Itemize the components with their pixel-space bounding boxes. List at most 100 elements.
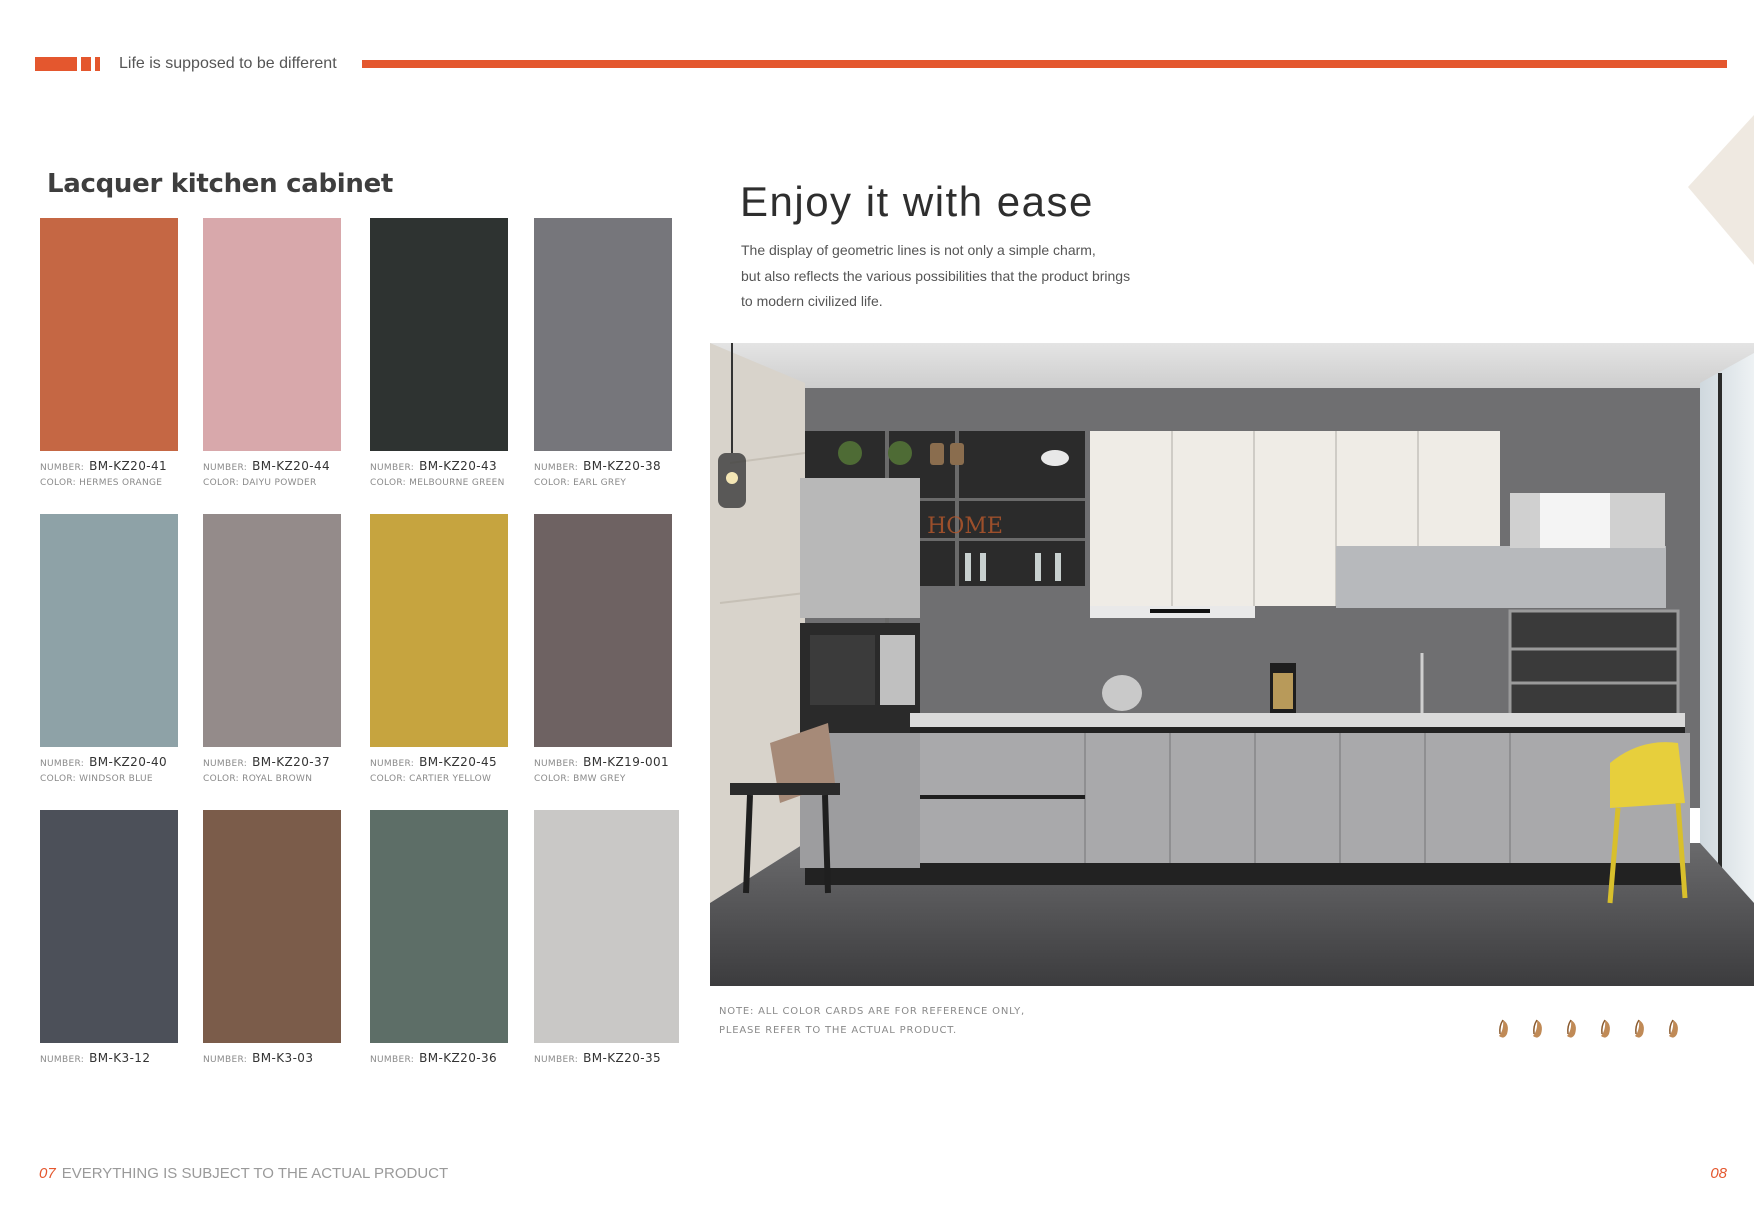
photo-sign-text: HOME	[927, 514, 1003, 539]
swatch-label: NUMBER: BM-KZ20-41 COLOR: HERMES ORANGE	[40, 457, 178, 491]
swatch-label: NUMBER: BM-K3-12	[40, 1049, 178, 1068]
number-prefix: NUMBER:	[370, 759, 415, 769]
page-number-right: 08	[1710, 1165, 1727, 1182]
color-swatch: NUMBER: BM-KZ19-001 COLOR: BMW GREY	[534, 514, 672, 787]
swatch-label: NUMBER: BM-KZ20-37 COLOR: ROYAL BROWN	[203, 753, 341, 787]
section-title: Lacquer kitchen cabinet	[47, 169, 394, 199]
swatch-color-line: COLOR: ROYAL BROWN	[203, 772, 341, 787]
swatch-chip	[534, 218, 672, 451]
reference-note: NOTE: ALL COLOR CARDS ARE FOR REFERENCE …	[719, 1002, 1025, 1040]
bean-icon	[1597, 1018, 1614, 1040]
swatch-color-line: COLOR: MELBOURNE GREEN	[370, 476, 508, 491]
bean-icon	[1631, 1018, 1648, 1040]
swatch-number: BM-KZ20-43	[419, 459, 498, 473]
swatch-chip	[534, 810, 679, 1043]
number-prefix: NUMBER:	[40, 759, 85, 769]
swatch-number: BM-KZ20-37	[252, 755, 331, 769]
swatch-number: BM-KZ19-001	[583, 755, 670, 769]
bean-icon	[1529, 1018, 1546, 1040]
swatch-chip	[203, 514, 341, 747]
color-swatch: NUMBER: BM-KZ20-35	[534, 810, 679, 1068]
swatch-color-line: COLOR: HERMES ORANGE	[40, 476, 178, 491]
swatch-chip	[534, 514, 672, 747]
swatch-label: NUMBER: BM-KZ19-001 COLOR: BMW GREY	[534, 753, 672, 787]
swatch-color-name: ROYAL BROWN	[242, 774, 313, 784]
swatch-number: BM-KZ20-44	[252, 459, 331, 473]
swatch-chip	[40, 218, 178, 451]
swatch-color-line: COLOR: BMW GREY	[534, 772, 672, 787]
bean-icon	[1665, 1018, 1682, 1040]
feature-title: Enjoy it with ease	[740, 178, 1094, 225]
bean-icon	[1563, 1018, 1580, 1040]
page-number-left: 07	[39, 1165, 56, 1182]
swatch-chip	[40, 810, 178, 1043]
color-prefix: COLOR:	[40, 774, 76, 784]
swatch-color-line: COLOR: CARTIER YELLOW	[370, 772, 508, 787]
number-prefix: NUMBER:	[203, 463, 248, 473]
color-prefix: COLOR:	[203, 478, 239, 488]
number-prefix: NUMBER:	[203, 759, 248, 769]
swatch-number: BM-KZ20-35	[583, 1051, 662, 1065]
accent-block-large	[35, 57, 77, 71]
kitchen-illustration: HOME	[710, 343, 1754, 986]
swatch-number: BM-KZ20-40	[89, 755, 168, 769]
color-prefix: COLOR:	[534, 774, 570, 784]
note-line: NOTE: ALL COLOR CARDS ARE FOR REFERENCE …	[719, 1006, 1026, 1017]
swatch-label: NUMBER: BM-KZ20-36	[370, 1049, 508, 1068]
swatch-chip	[203, 218, 341, 451]
color-swatch: NUMBER: BM-KZ20-38 COLOR: EARL GREY	[534, 218, 672, 491]
color-swatch: NUMBER: BM-KZ20-43 COLOR: MELBOURNE GREEN	[370, 218, 508, 491]
header-accent-blocks	[35, 57, 100, 71]
color-swatch: NUMBER: BM-KZ20-37 COLOR: ROYAL BROWN	[203, 514, 341, 787]
swatch-label: NUMBER: BM-KZ20-35	[534, 1049, 679, 1068]
swatch-number: BM-KZ20-38	[583, 459, 662, 473]
swatch-chip	[370, 218, 508, 451]
swatch-number: BM-KZ20-45	[419, 755, 498, 769]
swatch-label: NUMBER: BM-KZ20-43 COLOR: MELBOURNE GREEN	[370, 457, 508, 491]
number-prefix: NUMBER:	[370, 1055, 415, 1065]
color-swatch: NUMBER: BM-K3-03	[203, 810, 341, 1068]
color-swatch: NUMBER: BM-KZ20-45 COLOR: CARTIER YELLOW	[370, 514, 508, 787]
swatch-label: NUMBER: BM-KZ20-45 COLOR: CARTIER YELLOW	[370, 753, 508, 787]
swatch-color-name: MELBOURNE GREEN	[409, 478, 505, 488]
swatch-label: NUMBER: BM-KZ20-44 COLOR: DAIYU POWDER	[203, 457, 341, 491]
description-line: but also reflects the various possibilit…	[741, 267, 1131, 284]
swatch-color-line: COLOR: WINDSOR BLUE	[40, 772, 178, 787]
description-line: to modern civilized life.	[741, 293, 883, 309]
footer-disclaimer: EVERYTHING IS SUBJECT TO THE ACTUAL PROD…	[61, 1165, 449, 1182]
swatch-number: BM-K3-03	[252, 1051, 314, 1065]
swatch-chip	[203, 810, 341, 1043]
color-swatch: NUMBER: BM-KZ20-36	[370, 810, 508, 1068]
swatch-chip	[370, 514, 508, 747]
swatch-color-name: BMW GREY	[573, 774, 626, 784]
header-tagline: Life is supposed to be different	[119, 55, 337, 72]
swatch-number: BM-KZ20-41	[89, 459, 168, 473]
color-prefix: COLOR:	[40, 478, 76, 488]
header-rule	[362, 60, 1727, 68]
feature-description: The display of geometric lines is not on…	[741, 238, 1130, 315]
swatch-color-name: DAIYU POWDER	[242, 478, 317, 488]
swatch-color-name: CARTIER YELLOW	[409, 774, 492, 784]
swatch-label: NUMBER: BM-KZ20-40 COLOR: WINDSOR BLUE	[40, 753, 178, 787]
number-prefix: NUMBER:	[534, 463, 579, 473]
swatch-color-line: COLOR: DAIYU POWDER	[203, 476, 341, 491]
swatch-label: NUMBER: BM-K3-03	[203, 1049, 341, 1068]
accent-block-small	[95, 57, 100, 71]
corner-decoration	[1688, 115, 1754, 265]
number-prefix: NUMBER:	[40, 463, 85, 473]
footer-left: 07 EVERYTHING IS SUBJECT TO THE ACTUAL PR…	[39, 1165, 448, 1182]
color-swatch: NUMBER: BM-KZ20-44 COLOR: DAIYU POWDER	[203, 218, 341, 491]
note-line: PLEASE REFER TO THE ACTUAL PRODUCT.	[719, 1025, 957, 1036]
color-swatch: NUMBER: BM-K3-12	[40, 810, 178, 1068]
number-prefix: NUMBER:	[203, 1055, 248, 1065]
swatch-chip	[40, 514, 178, 747]
swatch-color-name: EARL GREY	[573, 478, 627, 488]
swatch-color-line: COLOR: EARL GREY	[534, 476, 672, 491]
swatch-number: BM-K3-12	[89, 1051, 151, 1065]
swatch-number: BM-KZ20-36	[419, 1051, 498, 1065]
swatch-color-name: HERMES ORANGE	[79, 478, 163, 488]
number-prefix: NUMBER:	[40, 1055, 85, 1065]
color-prefix: COLOR:	[203, 774, 239, 784]
accent-block-medium	[81, 57, 91, 71]
color-swatch: NUMBER: BM-KZ20-41 COLOR: HERMES ORANGE	[40, 218, 178, 491]
